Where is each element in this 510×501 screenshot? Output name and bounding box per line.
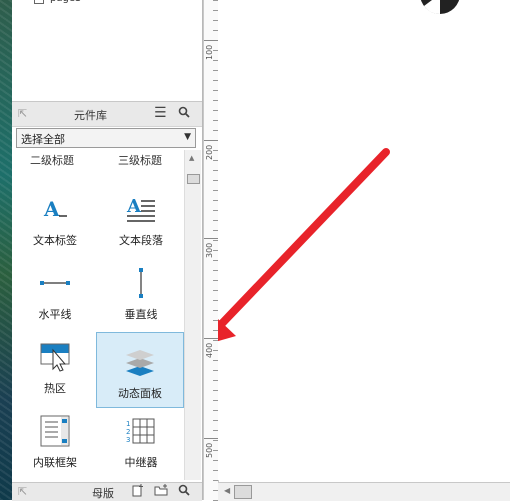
widget-label: 动态面板 [118,387,162,400]
widget-label: 文本标签 [33,234,77,247]
scroll-thumb[interactable] [234,485,252,499]
desktop-background [0,0,12,500]
menu-icon[interactable]: ☰ [154,105,167,121]
horizontal-scrollbar[interactable]: ◀ [218,482,510,501]
horizontal-line-icon [12,268,98,298]
ruler-major-tick [204,238,218,239]
scroll-up-icon[interactable]: ▲ [189,154,194,162]
canvas-overlay [218,0,460,342]
page-item[interactable]: page3 [34,0,81,4]
page-item-label: page3 [50,0,81,4]
svg-text:2: 2 [126,428,130,436]
ruler-major-tick [204,338,218,339]
widget-repeater[interactable]: 123 中继器 [98,402,184,476]
widget-grid: 二级标题 三级标题 A 文本标签 A 文本段落 水平线 垂直线 热区 动态面板 … [12,150,184,480]
masters-title: 母版 [92,487,114,500]
inline-frame-icon [12,415,98,447]
circle-shape[interactable] [420,0,460,14]
svg-text:A: A [126,196,142,217]
library-title: 元件库 [74,109,107,122]
widget-text-label[interactable]: A 文本标签 [12,180,98,254]
dynamic-panel-icon [97,347,183,377]
collapse-icon[interactable]: ⇱ [18,107,27,120]
vertical-line-icon [98,268,184,298]
widget-label: 文本段落 [119,234,163,247]
hotspot-icon [12,342,98,372]
widget-dynamic-panel[interactable]: 动态面板 [96,332,184,408]
svg-text:A: A [43,197,60,221]
left-panel: page3 ⇱ 元件库 ☰ 选择全部 ▼ 二级标题 三级标题 A 文本标签 A … [12,0,203,501]
library-select[interactable]: 选择全部 ▼ [16,128,196,148]
search-icon[interactable] [178,484,190,499]
search-icon[interactable] [178,106,190,122]
ruler-label: 200 [205,144,214,160]
svg-text:3: 3 [126,436,130,444]
text-paragraph-icon: A [98,194,184,224]
add-folder-icon[interactable] [154,484,168,499]
widget-text-paragraph[interactable]: A 文本段落 [98,180,184,254]
widget-label: 内联框架 [33,456,77,469]
text-label-icon: A [12,194,98,224]
widget-horizontal-line[interactable]: 水平线 [12,254,98,328]
widget-label: 热区 [44,382,66,395]
repeater-icon: 123 [98,416,184,446]
widget-label: 垂直线 [124,308,158,321]
scroll-left-icon[interactable]: ◀ [224,486,230,495]
ruler-major-tick [204,438,218,439]
ruler-major-tick [204,40,218,41]
ruler-label: 100 [205,44,214,60]
ruler-label: 400 [205,342,214,358]
page-icon [34,0,44,4]
ruler-major-tick [204,140,218,141]
scroll-thumb[interactable] [187,174,200,184]
ruler-label: 500 [205,442,214,458]
annotation-arrow [218,148,390,342]
library-scrollbar[interactable]: ▲ [184,150,201,480]
library-select-value: 选择全部 [21,133,65,146]
ruler-label: 300 [205,242,214,258]
widget-hotspot[interactable]: 热区 [12,328,98,402]
widget-inline-frame[interactable]: 内联框架 [12,402,98,476]
add-master-icon[interactable] [132,484,144,500]
pages-panel: page3 [12,0,202,98]
library-header: ⇱ 元件库 ☰ [12,101,202,127]
design-canvas[interactable] [218,0,510,480]
widget-label-h3[interactable]: 三级标题 [118,152,162,168]
collapse-icon[interactable]: ⇱ [18,485,27,498]
widget-label: 水平线 [38,308,72,321]
svg-text:1: 1 [126,420,130,428]
widget-vertical-line[interactable]: 垂直线 [98,254,184,328]
vertical-ruler: 100 200 300 400 500 [203,0,219,501]
widget-label-h2[interactable]: 二级标题 [30,152,74,168]
widget-label: 中继器 [124,456,158,469]
chevron-down-icon: ▼ [184,132,191,142]
masters-header: ⇱ 母版 [12,482,202,501]
ruler-tick [213,480,218,481]
